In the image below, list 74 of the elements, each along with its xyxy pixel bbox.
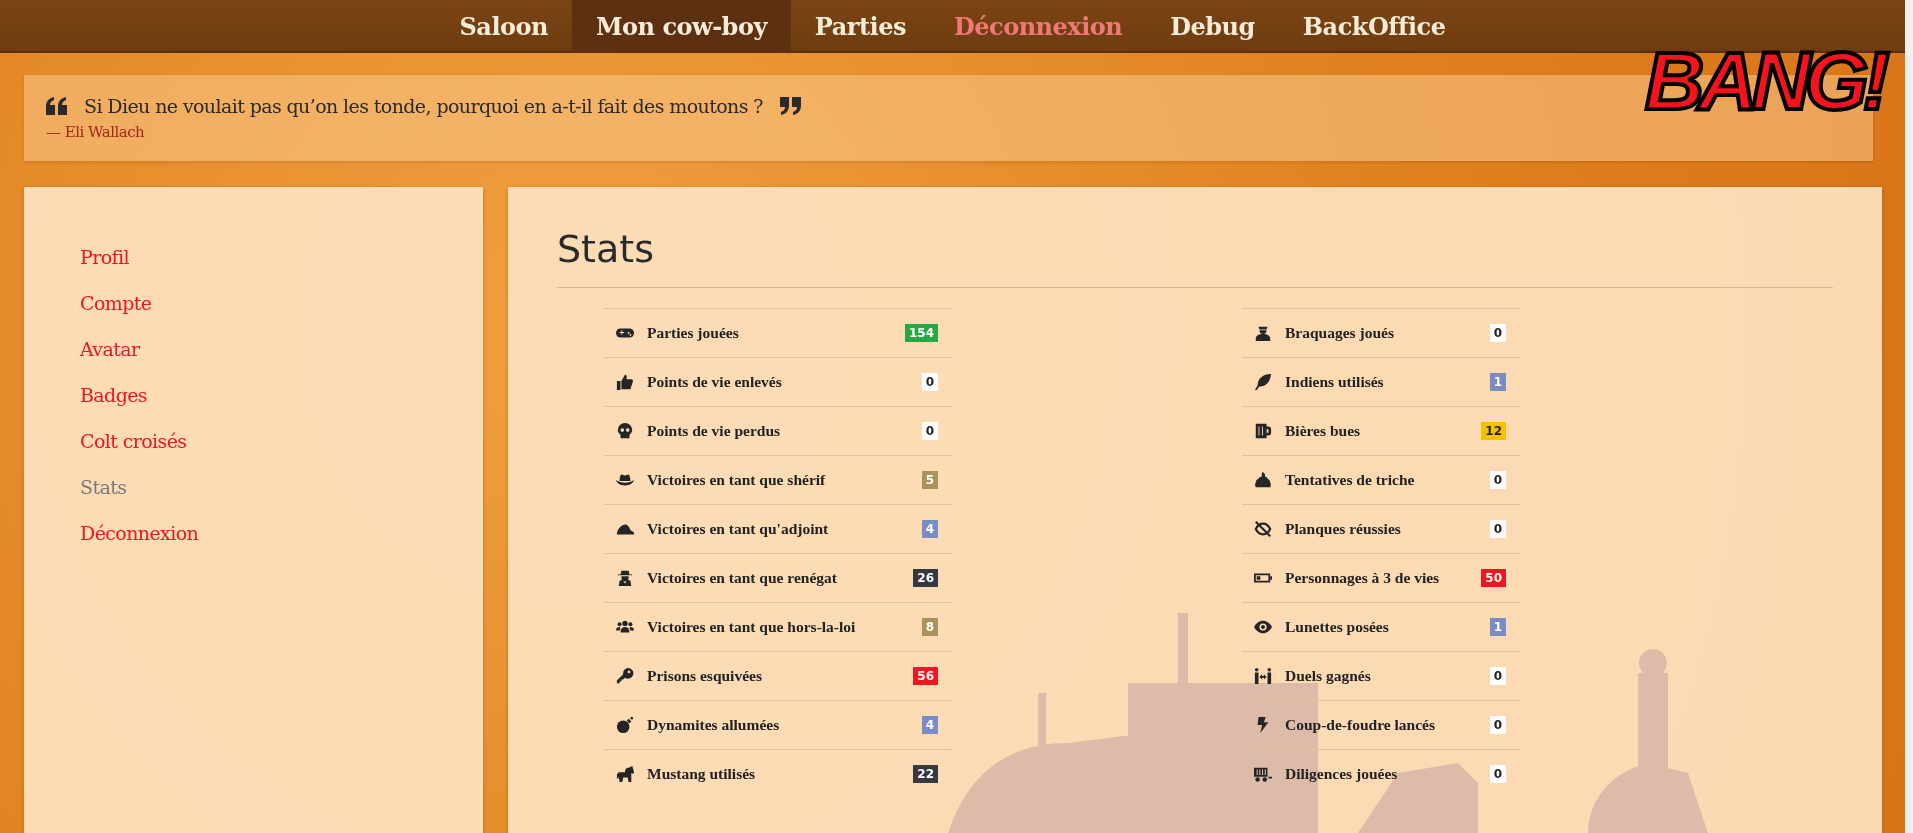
nav-link[interactable]: Parties — [790, 0, 930, 53]
sidebar-link[interactable]: Compte — [80, 288, 152, 319]
scrollbar[interactable] — [1905, 0, 1913, 833]
quote-author: — Eli Wallach — [46, 123, 146, 141]
stat-count: 1 — [1489, 373, 1506, 391]
stat-count: 0 — [1489, 324, 1506, 342]
stat-count: 22 — [913, 765, 938, 783]
bandit-icon — [1254, 324, 1272, 342]
close-quote-icon — [778, 97, 801, 115]
stat-label: Points de vie enlevés — [647, 373, 783, 391]
stat-count: 56 — [913, 667, 938, 685]
quote-text: Si Dieu ne voulait pas qu’on les tonde, pourquoi en a-t-il fait des moutons ? — [84, 95, 763, 117]
stat-label: Duels gagnés — [1285, 667, 1372, 685]
stat-count: 0 — [1489, 716, 1506, 734]
stat-count: 50 — [1481, 569, 1506, 587]
stat-label: Victoires en tant qu'adjoint — [647, 520, 830, 538]
stat-count: 0 — [1489, 765, 1506, 783]
horse-icon — [616, 765, 634, 783]
stat-label: Prisons esquivées — [647, 667, 763, 685]
stat-label: Points de vie perdus — [647, 422, 782, 440]
stat-label: Dynamites allumées — [647, 716, 781, 734]
thumbs-up-icon — [616, 373, 634, 391]
wagon-icon — [1254, 765, 1272, 783]
stat-count: 0 — [1489, 520, 1506, 538]
stat-label: Diligences jouées — [1285, 765, 1399, 783]
sidebar-link[interactable]: Badges — [80, 380, 147, 411]
stat-label: Tentatives de triche — [1285, 471, 1416, 489]
stat-count: 0 — [921, 422, 938, 440]
open-quote-icon — [46, 97, 68, 115]
nav-link[interactable]: Mon cow-boy — [572, 0, 791, 53]
sidebar-link[interactable]: Avatar — [80, 334, 140, 365]
sidebar-link[interactable]: Profil — [80, 242, 129, 273]
stat-label: Personnages à 3 de vies — [1285, 569, 1441, 587]
spy-icon — [616, 569, 634, 587]
stat-label: Bières bues — [1285, 422, 1362, 440]
stat-count: 0 — [1489, 667, 1506, 685]
feather-icon — [1254, 373, 1272, 391]
stat-label: Victoires en tant que renégat — [647, 569, 838, 587]
nav-link[interactable]: BackOffice — [1278, 0, 1470, 53]
stat-label: Coup-de-foudre lancés — [1285, 716, 1436, 734]
page-heading: Stats — [557, 227, 654, 288]
stat-label: Braquages joués — [1285, 324, 1395, 342]
stat-count: 0 — [1489, 471, 1506, 489]
eye-slash-icon — [1254, 520, 1272, 538]
bang-logo[interactable]: BANG! — [1645, 40, 1890, 122]
stat-count: 4 — [921, 716, 938, 734]
stat-count: 5 — [921, 471, 938, 489]
poop-icon — [1254, 471, 1272, 489]
key-icon — [616, 667, 634, 685]
stat-count: 8 — [921, 618, 938, 636]
stat-label: Parties jouées — [647, 324, 740, 342]
stat-label: Victoires en tant que hors-la-loi — [647, 618, 857, 636]
sidebar-link[interactable]: Colt croisés — [80, 426, 187, 457]
stat-label: Mustang utilisés — [647, 765, 757, 783]
nav-link[interactable]: Déconnexion — [929, 0, 1147, 53]
bomb-icon — [616, 716, 634, 734]
stat-label: Indiens utilisés — [1285, 373, 1385, 391]
eye-icon — [1254, 618, 1272, 636]
stat-count: 12 — [1481, 422, 1506, 440]
stat-label: Victoires en tant que shérif — [647, 471, 827, 489]
nav-link[interactable]: Saloon — [435, 0, 572, 53]
stat-label: Planques réussies — [1285, 520, 1402, 538]
sidebar-link[interactable]: Stats — [80, 472, 127, 503]
beer-mug-icon — [1254, 422, 1272, 440]
nav-link[interactable]: Debug — [1146, 0, 1279, 53]
stat-count: 4 — [921, 520, 938, 538]
stat-count: 154 — [904, 324, 938, 342]
stat-label: Lunettes posées — [1285, 618, 1390, 636]
stat-count: 26 — [913, 569, 938, 587]
people-arrows-icon — [1254, 667, 1272, 685]
sidebar-link[interactable]: Déconnexion — [80, 518, 199, 549]
skull-icon — [616, 422, 634, 440]
stat-count: 0 — [921, 373, 938, 391]
stat-count: 1 — [1489, 618, 1506, 636]
